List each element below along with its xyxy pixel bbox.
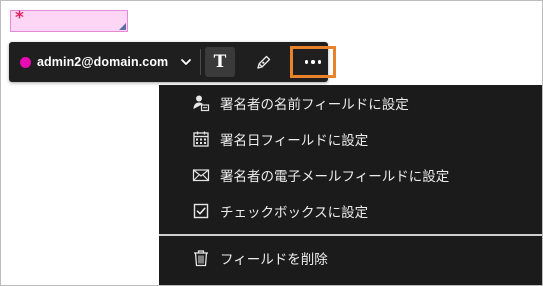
- menu-item-delete-field[interactable]: フィールドを削除: [159, 241, 542, 275]
- field-toolbar: admin2@domain.com T: [9, 42, 336, 82]
- menu-item-set-date[interactable]: 署名日フィールドに設定: [159, 122, 542, 156]
- menu-item-set-signer-name[interactable]: 署名者の名前フィールドに設定: [159, 86, 542, 120]
- text-icon: T: [213, 51, 227, 72]
- chevron-down-icon: [181, 59, 191, 65]
- signer-email: admin2@domain.com: [37, 55, 169, 69]
- signature-field[interactable]: *: [10, 8, 128, 32]
- menu-item-set-email[interactable]: 署名者の電子メールフィールドに設定: [159, 158, 542, 192]
- pen-icon: [257, 55, 271, 69]
- text-tool-button[interactable]: T: [205, 47, 235, 77]
- trash-icon: [194, 250, 208, 267]
- more-options-menu: 署名者の名前フィールドに設定 署名日フィールドに設定 署名者の電子メールフィール…: [159, 85, 542, 285]
- required-marker: *: [15, 8, 24, 28]
- more-horizontal-icon: [304, 60, 322, 64]
- checkbox-icon: [193, 203, 209, 219]
- menu-item-label: 署名日フィールドに設定: [220, 133, 369, 149]
- toolbar-divider: [200, 49, 201, 75]
- pen-tool-button[interactable]: [250, 48, 278, 76]
- resize-handle[interactable]: [119, 23, 126, 30]
- menu-item-label: 署名者の名前フィールドに設定: [220, 97, 409, 113]
- menu-item-label: フィールドを削除: [220, 252, 328, 268]
- menu-item-label: チェックボックスに設定: [220, 205, 369, 221]
- signer-color-dot: [20, 56, 31, 68]
- more-options-button[interactable]: [290, 46, 336, 78]
- document-canvas: * admin2@domain.com T 署名者の名前フィールドに設定 署名日…: [0, 0, 543, 286]
- person-name-icon: [193, 95, 210, 112]
- menu-item-set-checkbox[interactable]: チェックボックスに設定: [159, 194, 542, 228]
- calendar-icon: [193, 131, 209, 147]
- menu-divider: [159, 234, 542, 236]
- menu-item-label: 署名者の電子メールフィールドに設定: [220, 169, 450, 185]
- envelope-icon: [192, 169, 210, 182]
- signer-dropdown[interactable]: admin2@domain.com: [9, 42, 199, 82]
